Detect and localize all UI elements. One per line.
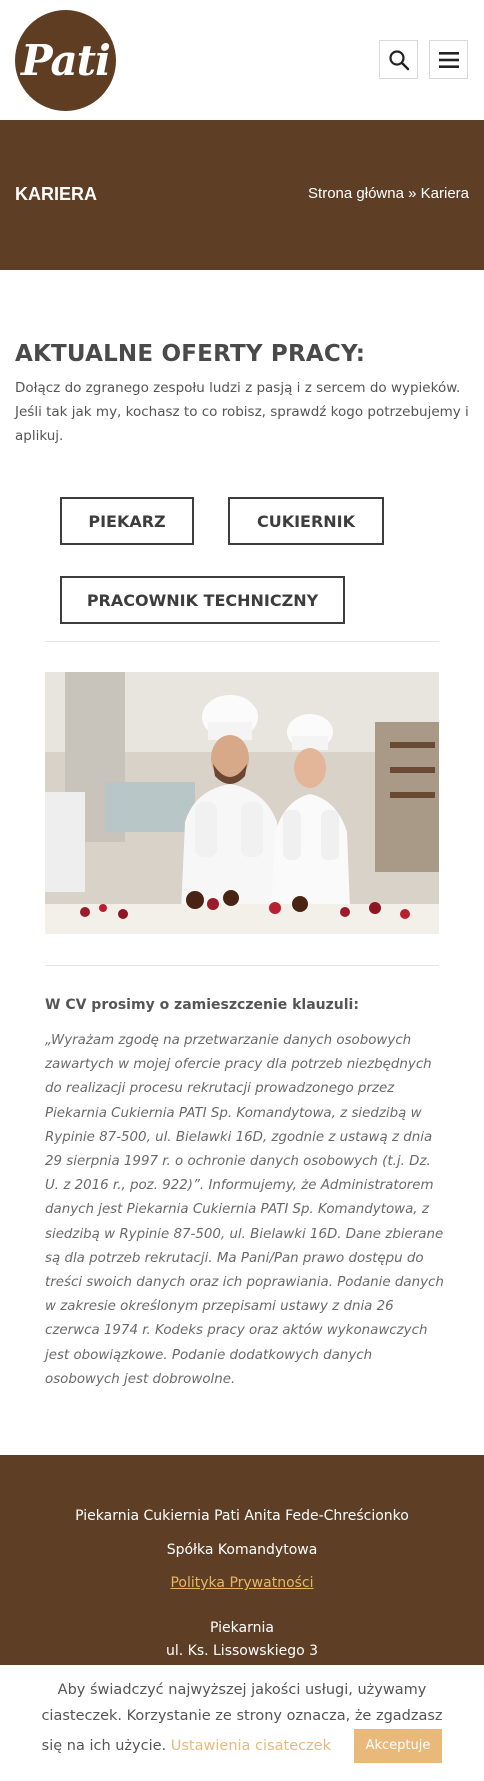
job-button-technical-worker[interactable]: PRACOWNIK TECHNICZNY: [60, 576, 345, 624]
intro-text: Dołącz do zgranego zespołu ludzi z pasją…: [15, 380, 469, 444]
breadcrumb: Strona główna » Kariera: [308, 185, 469, 202]
site-logo[interactable]: Pati: [15, 10, 116, 111]
breadcrumb-home-link[interactable]: Strona główna: [308, 185, 404, 202]
privacy-policy-link[interactable]: Polityka Prywatności: [0, 1575, 484, 1591]
page-title: KARIERA: [15, 184, 98, 204]
footer-company-name: Piekarnia Cukiernia Pati Anita Fede-Chre…: [75, 1508, 409, 1524]
breadcrumb-separator: »: [408, 185, 417, 202]
search-button[interactable]: [379, 40, 418, 79]
cookie-consent: Aby świadczyć najwyższej jakości usługi,…: [30, 1677, 454, 1763]
divider: [45, 641, 439, 642]
hamburger-menu-icon: [438, 51, 459, 68]
job-button-piekarz[interactable]: PIEKARZ: [60, 497, 194, 545]
footer-address: ul. Ks. Lissowskiego 3: [165, 1643, 319, 1659]
footer-company-type: Spółka Komandytowa: [166, 1542, 318, 1558]
cookie-settings-link[interactable]: Ustawienia cisateczek: [171, 1738, 331, 1754]
search-icon: [388, 49, 409, 70]
cv-clause-title: W CV prosimy o zamieszczenie klauzuli:: [45, 997, 359, 1013]
job-button-cukiernik[interactable]: CUKIERNIK: [228, 497, 384, 545]
breadcrumb-current: Kariera: [420, 185, 469, 202]
bakers-photo: [45, 672, 439, 934]
job-offers-heading: AKTUALNE OFERTY PRACY:: [15, 341, 366, 367]
cv-clause-text: „Wyrażam zgodę na przetwarzanie danych o…: [45, 1033, 444, 1387]
site-header: Pati: [0, 0, 484, 120]
logo-text: Pati: [20, 36, 111, 85]
cookie-accept-button[interactable]: Akceptuje: [353, 1729, 443, 1763]
divider: [45, 965, 439, 966]
menu-button[interactable]: [429, 40, 468, 79]
footer-bakery-label: Piekarnia: [210, 1620, 274, 1636]
